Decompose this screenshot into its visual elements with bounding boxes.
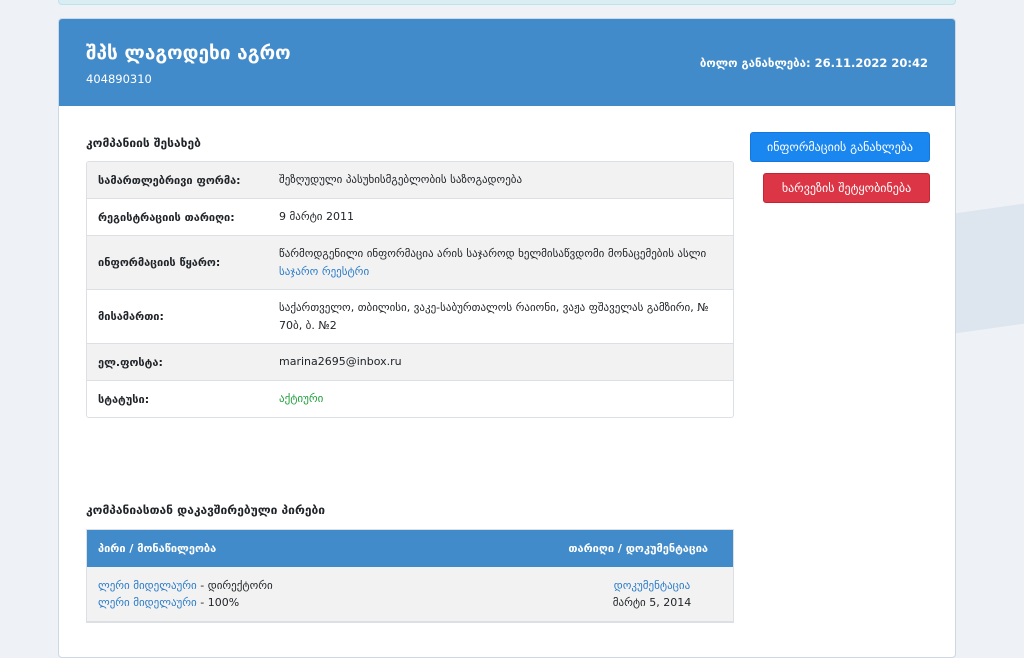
company-name: შპს ლაგოდეხი აგრო (86, 42, 291, 64)
col-header-person: პირი / მონაწილეობა (98, 542, 217, 555)
update-info-button[interactable]: ინფორმაციის განახლება (750, 132, 930, 162)
person-link[interactable]: ლერი მიდელაური (98, 579, 197, 592)
company-info-table: სამართლებრივი ფორმა: შეზღუდული პასუხისმგ… (86, 161, 734, 418)
email-value: marina2695@inbox.ru (279, 355, 402, 368)
info-label: ელ.ფოსტა: (98, 355, 163, 369)
persons-section-title: კომპანიასთან დაკავშირებული პირები (86, 503, 325, 517)
info-value: საქართველო, თბილისი, ვაკე-საბურთალოს რაი… (279, 290, 733, 343)
info-value: შეზღუდული პასუხისმგებლობის საზოგადოება (279, 173, 523, 186)
person-cell: ლერი მიდელაური - დირექტორი ლერი მიდელაურ… (98, 577, 273, 611)
info-label: ინფორმაციის წყარო: (98, 256, 221, 269)
company-header: შპს ლაგოდეხი აგრო 404890310 ბოლო განახლე… (59, 19, 955, 106)
source-text: წარმოდგენილი ინფორმაცია არის საჯაროდ ხელ… (279, 246, 707, 260)
report-error-button[interactable]: ხარვეზის შეტყობინება (763, 173, 930, 203)
info-row-email: ელ.ფოსტა: marina2695@inbox.ru (87, 344, 733, 381)
person-role: - დირექტორი (196, 579, 273, 592)
info-label: სტატუსი: (98, 392, 150, 406)
related-persons-table: პირი / მონაწილეობა თარიღი / დოკუმენტაცია… (86, 529, 734, 623)
info-row-legal-form: სამართლებრივი ფორმა: შეზღუდული პასუხისმგ… (87, 162, 733, 199)
person-share: - 100% (196, 596, 240, 609)
public-registry-link[interactable]: საჯარო რეესტრი (279, 265, 369, 278)
table-row: ლერი მიდელაური - დირექტორი ლერი მიდელაურ… (87, 567, 733, 622)
address-text: საქართველო, თბილისი, ვაკე-საბურთალოს რაი… (279, 300, 709, 332)
info-label: რეგისტრაციის თარიღი: (98, 210, 235, 224)
person-link[interactable]: ლერი მიდელაური (98, 596, 197, 609)
info-value: 9 მარტი 2011 (279, 210, 354, 223)
date-cell: დოკუმენტაცია მარტი 5, 2014 (582, 577, 722, 611)
about-section-title: კომპანიის შესახებ (86, 136, 201, 150)
col-header-date: თარიღი / დოკუმენტაცია (568, 542, 708, 555)
info-row-address: მისამართი: საქართველო, თბილისი, ვაკე-საბ… (87, 290, 733, 344)
documentation-link[interactable]: დოკუმენტაცია (614, 579, 690, 592)
top-alert-strip (58, 0, 956, 5)
company-card: შპს ლაგოდეხი აგრო 404890310 ბოლო განახლე… (58, 18, 956, 658)
info-label: მისამართი: (98, 310, 164, 323)
info-row-source: ინფორმაციის წყარო: წარმოდგენილი ინფორმაც… (87, 236, 733, 290)
status-badge: აქტიური (279, 392, 324, 405)
info-row-registration-date: რეგისტრაციის თარიღი: 9 მარტი 2011 (87, 199, 733, 236)
document-date: მარტი 5, 2014 (612, 596, 692, 609)
info-row-status: სტატუსი: აქტიური (87, 381, 733, 417)
info-value: წარმოდგენილი ინფორმაცია არის საჯაროდ ხელ… (279, 236, 733, 289)
info-label: სამართლებრივი ფორმა: (98, 173, 241, 187)
last-update: ბოლო განახლება: 26.11.2022 20:42 (699, 56, 928, 70)
company-id: 404890310 (86, 72, 152, 86)
persons-table-header: პირი / მონაწილეობა თარიღი / დოკუმენტაცია (87, 530, 733, 567)
